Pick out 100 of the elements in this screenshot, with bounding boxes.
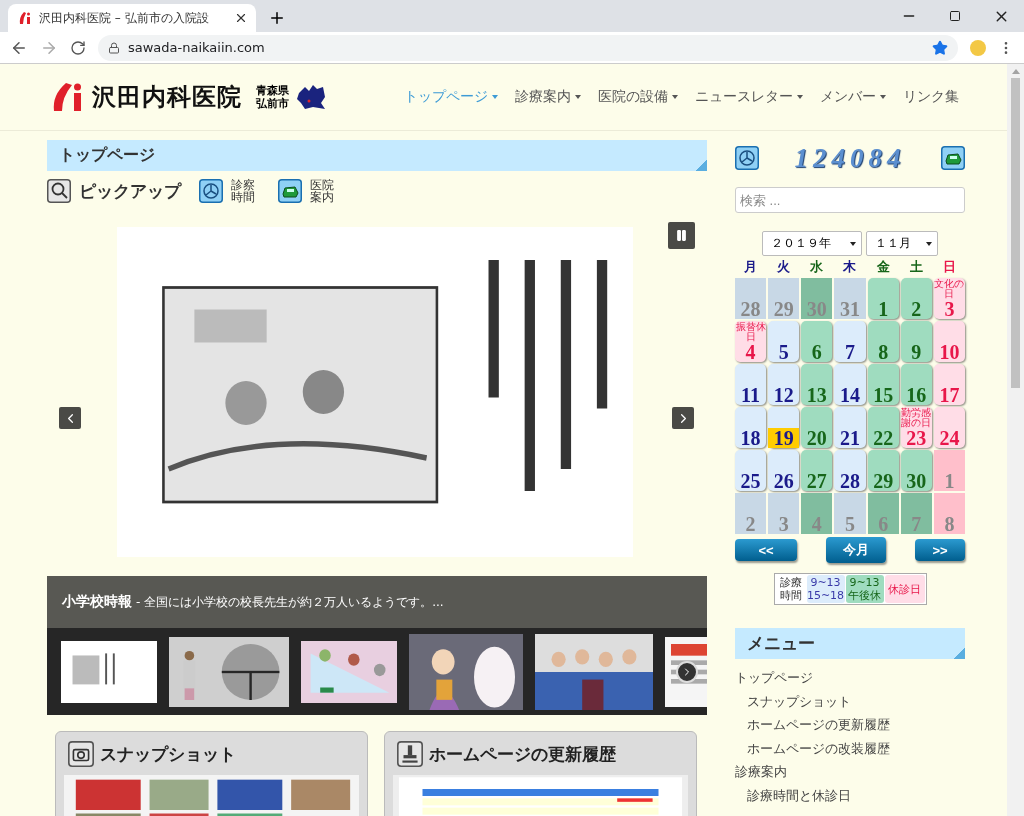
calendar-cell[interactable]: 26 bbox=[768, 450, 800, 491]
nav-link[interactable]: ニュースレター bbox=[695, 88, 803, 106]
calendar-cell[interactable]: 文化の日 3 bbox=[933, 278, 965, 319]
day-number: 5 bbox=[777, 342, 790, 362]
calendar-cell[interactable]: 勤労感謝の日 23 bbox=[900, 407, 932, 448]
day-number: 16 bbox=[905, 385, 928, 405]
nav-link[interactable]: トップページ bbox=[404, 88, 498, 106]
calendar-cell[interactable]: 6 bbox=[801, 321, 833, 362]
calendar-cell[interactable]: 22 bbox=[867, 407, 899, 448]
calendar-cell[interactable]: 7 bbox=[834, 321, 866, 362]
pause-button[interactable] bbox=[668, 222, 695, 249]
calendar-cell[interactable]: 31 bbox=[834, 278, 866, 319]
new-tab-icon[interactable] bbox=[268, 9, 286, 27]
calendar-cell[interactable]: 28 bbox=[834, 450, 866, 491]
calendar-cell[interactable]: 3 bbox=[768, 493, 800, 534]
caret-icon bbox=[850, 241, 856, 246]
day-number: 23 bbox=[906, 428, 928, 448]
card-title: スナップショット bbox=[100, 742, 236, 766]
calendar-cell[interactable]: 10 bbox=[933, 321, 965, 362]
nav-link[interactable]: リンク集 bbox=[903, 88, 959, 106]
reload-icon[interactable] bbox=[70, 39, 86, 56]
calendar-cell[interactable]: 1 bbox=[933, 450, 965, 491]
day-number: 29 bbox=[872, 471, 895, 491]
calendar-cell[interactable]: 28 bbox=[735, 278, 767, 319]
car-icon bbox=[278, 179, 303, 203]
search-field[interactable]: 検索 ... bbox=[735, 187, 965, 213]
calendar-cell[interactable]: 20 bbox=[801, 407, 833, 448]
logo-text: 沢田内科医院 bbox=[92, 81, 242, 113]
menu-link[interactable]: 診療時間と休診日 bbox=[747, 783, 965, 808]
card-title: ホームページの更新履歴 bbox=[429, 742, 616, 766]
calendar-cell[interactable]: 1 bbox=[867, 278, 899, 319]
calendar-cell[interactable]: 5 bbox=[768, 321, 800, 362]
weekday-label: 金 bbox=[875, 258, 891, 276]
day-number: 5 bbox=[844, 514, 856, 534]
menu-link[interactable]: スナップショット bbox=[747, 689, 965, 714]
day-number: 24 bbox=[938, 428, 961, 448]
calendar-cell[interactable]: 21 bbox=[834, 407, 866, 448]
pickup-link[interactable]: 診察時間 bbox=[231, 179, 257, 203]
calendar-cell[interactable]: 16 bbox=[900, 364, 932, 405]
calendar-cell[interactable]: 18 bbox=[735, 407, 767, 448]
calendar-cell[interactable]: 30 bbox=[900, 450, 932, 491]
calendar-cell[interactable]: 8 bbox=[933, 493, 965, 534]
menu-link[interactable]: ホームページの更新履歴 bbox=[747, 713, 965, 737]
address-bar[interactable]: sawada-naikaiin.com bbox=[98, 34, 958, 61]
next-button[interactable] bbox=[672, 407, 694, 429]
caption-title: 小学校時報 bbox=[62, 593, 132, 611]
section-heading: トップページ bbox=[47, 140, 707, 171]
select-field[interactable]: １１月 bbox=[866, 231, 938, 256]
weekday-label: 火 bbox=[776, 258, 792, 276]
calendar-cell[interactable]: 13 bbox=[801, 364, 833, 405]
stamp-icon bbox=[397, 741, 423, 767]
pickup-link[interactable]: 医院案内 bbox=[310, 179, 336, 203]
calendar-cell[interactable]: 2 bbox=[900, 278, 932, 319]
day-number: 1 bbox=[943, 471, 956, 491]
scrollbar-thumb[interactable] bbox=[1011, 78, 1020, 388]
calendar-cell[interactable]: 19 bbox=[768, 407, 800, 448]
pause-icon bbox=[675, 229, 688, 242]
day-number: 8 bbox=[943, 514, 956, 534]
previous-button[interactable] bbox=[59, 407, 81, 429]
calendar-cell[interactable]: 17 bbox=[933, 364, 965, 405]
calendar-cell[interactable]: 29 bbox=[867, 450, 899, 491]
day-number: 25 bbox=[739, 471, 762, 491]
day-number: 31 bbox=[839, 299, 861, 319]
browser-tab[interactable]: 沢田内科医院 – 弘前市の入院設 bbox=[8, 4, 256, 32]
menu-link[interactable]: トップページ bbox=[735, 666, 965, 690]
caret-icon bbox=[926, 241, 932, 246]
legend-cell: 休診日 bbox=[884, 575, 925, 603]
menu-link[interactable]: ホームページの改装履歴 bbox=[747, 736, 965, 761]
city-text: 弘前市 bbox=[256, 97, 289, 110]
current-month-button[interactable]: 今月 bbox=[826, 537, 886, 563]
next-month-button[interactable]: >> bbox=[915, 539, 965, 561]
maximize-icon[interactable] bbox=[949, 10, 961, 22]
calendar-cell[interactable]: 29 bbox=[768, 278, 800, 319]
calendar-cell[interactable]: 5 bbox=[834, 493, 866, 534]
day-number: 7 bbox=[844, 342, 856, 362]
calendar-cell[interactable]: 25 bbox=[735, 450, 767, 491]
legend-cell: 9~13 15~18 bbox=[806, 575, 845, 603]
previous-month-button[interactable]: << bbox=[735, 539, 797, 561]
nav-link[interactable]: 診療案内 bbox=[515, 88, 581, 106]
calendar-cell[interactable]: 11 bbox=[735, 364, 767, 405]
bookmark-star-icon[interactable] bbox=[932, 39, 948, 56]
nav-link[interactable]: 医院の設備 bbox=[598, 88, 678, 106]
menu-link[interactable]: 診療案内 bbox=[735, 760, 965, 784]
search-icon bbox=[47, 179, 71, 203]
calendar-cell[interactable]: 24 bbox=[933, 407, 965, 448]
camera-icon bbox=[68, 741, 94, 767]
calendar-cell[interactable]: 15 bbox=[867, 364, 899, 405]
calendar-cell[interactable]: 8 bbox=[867, 321, 899, 362]
day-number: 2 bbox=[910, 299, 923, 319]
calendar-cell[interactable]: 27 bbox=[801, 450, 833, 491]
close-icon[interactable] bbox=[234, 11, 248, 25]
select-field[interactable]: ２０１９年 bbox=[762, 231, 862, 256]
calendar-cell[interactable]: 14 bbox=[834, 364, 866, 405]
nav-link[interactable]: メンバー bbox=[820, 88, 886, 106]
calendar-cell[interactable]: 2 bbox=[735, 493, 767, 534]
calendar-cell[interactable]: 9 bbox=[900, 321, 932, 362]
holiday-name: 振替休日 bbox=[735, 321, 767, 342]
calendar-cell[interactable]: 12 bbox=[768, 364, 800, 405]
calendar-cell[interactable]: 振替休日 4 bbox=[735, 321, 767, 362]
day-number: 3 bbox=[943, 299, 956, 319]
